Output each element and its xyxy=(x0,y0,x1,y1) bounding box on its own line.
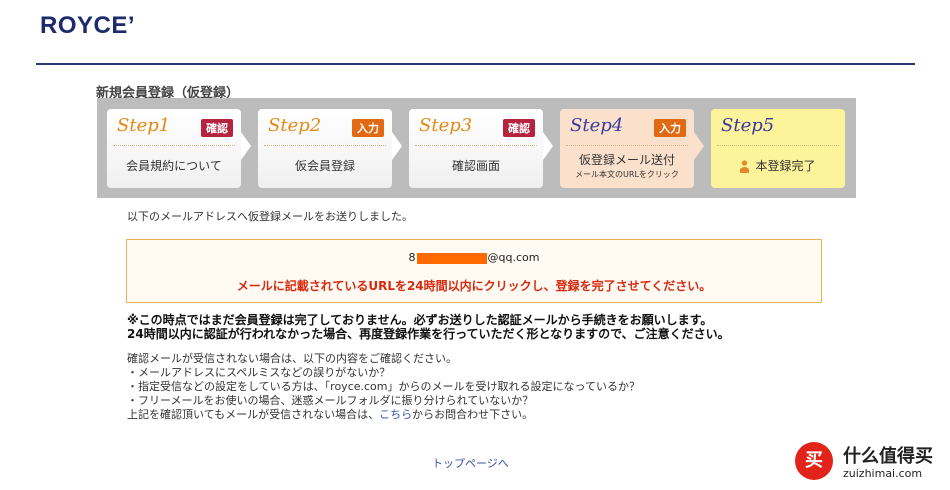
step-number: Step2 xyxy=(268,115,322,136)
step-divider xyxy=(717,145,839,146)
step-label: 仮登録メール送付 xyxy=(578,153,675,167)
step-label: 確認画面 xyxy=(451,159,500,173)
step-3: Step3 確認 確認画面 xyxy=(409,109,543,188)
email-prefix: 8 xyxy=(408,251,416,264)
warning-line: 24時間以内に認証が行われなかった場合、再度登録作業を行っていただく形となります… xyxy=(127,327,730,341)
buy-logo-icon: 买 xyxy=(795,442,833,480)
email-address: 8 @qq.com xyxy=(127,251,821,264)
step-label: 仮会員登録 xyxy=(294,159,355,173)
step-divider xyxy=(415,145,537,146)
registration-warning: ※この時点ではまだ会員登録は完了しておりません。必ずお送りした認証メールから手続… xyxy=(127,313,730,341)
step-divider xyxy=(566,145,688,146)
step-sublabel: メール本文のURLをクリック xyxy=(575,170,679,179)
step-badge: 入力 xyxy=(654,119,686,137)
troubleshoot-item: ・メールアドレスにスペルミスなどの誤りがないか？ xyxy=(127,366,391,379)
top-page-link[interactable]: トップページへ xyxy=(432,455,509,471)
step-number: Step5 xyxy=(721,115,775,136)
step-arrow-icon xyxy=(241,132,251,160)
step-number: Step4 xyxy=(570,115,624,136)
troubleshoot-intro: 確認メールが受信されない場合は、以下の内容をご確認ください。 xyxy=(127,352,457,365)
sent-message: 以下のメールアドレスへ仮登録メールをお送りしました。 xyxy=(127,210,413,223)
troubleshoot-list: 確認メールが受信されない場合は、以下の内容をご確認ください。 ・メールアドレスに… xyxy=(127,352,640,422)
step-5: Step5 本登録完了 xyxy=(711,109,845,188)
step-badge: 確認 xyxy=(503,119,535,137)
url-deadline-alert: メールに記載されているURLを24時間以内にクリックし、登録を完了させてください… xyxy=(236,279,712,293)
step-arrow-icon xyxy=(392,132,402,160)
person-icon xyxy=(740,160,750,173)
contact-text-end: からお問合わせ下さい。 xyxy=(412,408,534,421)
contact-line: 上記を確認頂いてもメールが受信されない場合は、こちらからお問合わせ下さい。 xyxy=(127,408,640,422)
step-4: Step4 入力 仮登録メール送付 メール本文のURLをクリック xyxy=(560,109,694,188)
watermark-url: zuizhimai.com xyxy=(843,467,923,480)
registration-steps: Step1 確認 会員規約について Step2 入力 仮会員登録 Step3 確… xyxy=(97,98,856,198)
step-label: 本登録完了 xyxy=(711,157,845,174)
contact-link[interactable]: こちら xyxy=(379,408,412,421)
warning-line: ※この時点ではまだ会員登録は完了しておりません。必ずお送りした認証メールから手続… xyxy=(127,313,713,327)
step-number: Step3 xyxy=(419,115,473,136)
step-divider xyxy=(264,145,386,146)
step-label: 会員規約について xyxy=(126,159,222,173)
step-badge: 確認 xyxy=(201,119,233,137)
step-1: Step1 確認 会員規約について xyxy=(107,109,241,188)
step-arrow-icon xyxy=(543,132,553,160)
step-arrow-icon xyxy=(694,132,704,160)
email-suffix: @qq.com xyxy=(487,251,540,264)
step-2: Step2 入力 仮会員登録 xyxy=(258,109,392,188)
troubleshoot-item: ・指定受信などの設定をしている方は、「royce.com」からのメールを受け取れ… xyxy=(127,380,640,393)
email-notice-box: 8 @qq.com メールに記載されているURLを24時間以内にクリックし、登録を… xyxy=(126,239,822,303)
step-divider xyxy=(113,145,235,146)
step-label-text: 本登録完了 xyxy=(755,159,816,173)
redacted-block xyxy=(416,252,487,264)
step-number: Step1 xyxy=(117,115,171,136)
troubleshoot-item: ・フリーメールをお使いの場合、迷惑メールフォルダに振り分けられていないか？ xyxy=(127,394,534,407)
contact-text: 上記を確認頂いてもメールが受信されない場合は、 xyxy=(127,408,380,421)
step-badge: 入力 xyxy=(352,119,384,137)
royce-logo[interactable]: ROYCE’ xyxy=(40,12,135,40)
header-divider xyxy=(36,63,915,65)
site-watermark: 买 什么值得买 zuizhimai.com xyxy=(795,440,945,484)
watermark-text: 什么值得买 xyxy=(843,446,933,467)
